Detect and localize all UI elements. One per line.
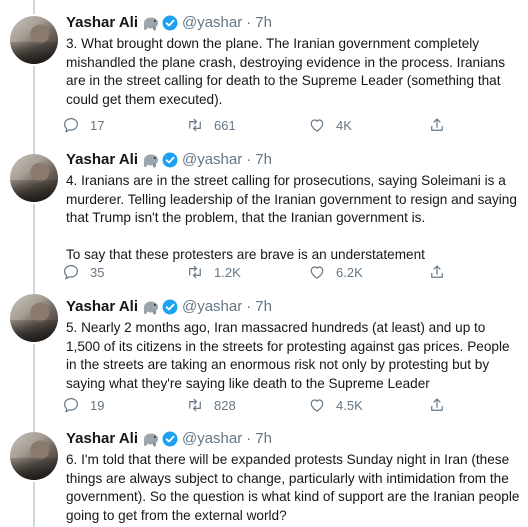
avatar[interactable] bbox=[10, 432, 58, 480]
thread-line bbox=[33, 204, 35, 294]
elephant-emoji-icon bbox=[142, 432, 159, 447]
retweet-button[interactable]: 661 bbox=[186, 115, 236, 135]
retweet-count: 828 bbox=[214, 397, 236, 413]
separator: · bbox=[246, 14, 252, 31]
author-name[interactable]: Yashar Ali bbox=[66, 429, 138, 449]
share-icon bbox=[431, 398, 443, 411]
tweet-actions: 17 661 4K bbox=[62, 115, 462, 135]
heart-icon bbox=[310, 266, 324, 279]
reply-count: 19 bbox=[90, 397, 105, 413]
like-button[interactable]: 4K bbox=[308, 115, 352, 135]
elephant-emoji-icon bbox=[142, 153, 159, 168]
reply-icon bbox=[64, 118, 78, 133]
share-icon bbox=[431, 118, 443, 131]
author-name[interactable]: Yashar Ali bbox=[66, 297, 138, 317]
retweet-button[interactable]: 1.2K bbox=[186, 262, 241, 282]
elephant-emoji-icon bbox=[142, 300, 159, 315]
timestamp[interactable]: 7h bbox=[255, 297, 272, 317]
thread-line bbox=[33, 0, 35, 14]
thread-line bbox=[33, 482, 35, 527]
author-name[interactable]: Yashar Ali bbox=[66, 13, 138, 33]
like-count: 6.2K bbox=[336, 264, 363, 280]
elephant-emoji-icon bbox=[142, 16, 159, 31]
avatar[interactable] bbox=[10, 16, 58, 64]
heart-icon bbox=[310, 119, 324, 132]
tweet-text: 5. Nearly 2 months ago, Iran massacred h… bbox=[66, 319, 522, 393]
tweet-actions: 35 1.2K 6.2K bbox=[62, 262, 462, 282]
like-button[interactable]: 4.5K bbox=[308, 395, 363, 415]
separator: · bbox=[246, 151, 252, 168]
reply-icon bbox=[64, 265, 78, 280]
timestamp[interactable]: 7h bbox=[255, 429, 272, 449]
author-name[interactable]: Yashar Ali bbox=[66, 150, 138, 170]
verified-badge-icon bbox=[162, 152, 178, 168]
like-count: 4.5K bbox=[336, 397, 363, 413]
reply-icon bbox=[64, 398, 78, 413]
retweet-count: 1.2K bbox=[214, 264, 241, 280]
avatar[interactable] bbox=[10, 154, 58, 202]
avatar[interactable] bbox=[10, 294, 58, 342]
heart-icon bbox=[310, 399, 324, 412]
like-count: 4K bbox=[336, 117, 352, 133]
thread-line bbox=[33, 66, 35, 154]
tweet-text: 3. What brought down the plane. The Iran… bbox=[66, 35, 522, 109]
verified-badge-icon bbox=[162, 15, 178, 31]
share-button[interactable] bbox=[428, 262, 446, 282]
reply-button[interactable]: 19 bbox=[62, 395, 104, 415]
retweet-icon bbox=[189, 118, 201, 132]
tweet-paragraph: 3. What brought down the plane. The Iran… bbox=[66, 36, 506, 107]
verified-badge-icon bbox=[162, 299, 178, 315]
separator: · bbox=[246, 298, 252, 315]
retweet-icon bbox=[189, 398, 201, 412]
tweet-actions: 19 828 4.5K bbox=[62, 395, 462, 415]
tweet-paragraph: 4. Iranians are in the street calling fo… bbox=[66, 173, 517, 226]
author-handle[interactable]: @yashar bbox=[182, 297, 242, 317]
verified-badge-icon bbox=[162, 431, 178, 447]
reply-button[interactable]: 35 bbox=[62, 262, 104, 282]
separator: · bbox=[246, 430, 252, 447]
tweet-text: 4. Iranians are in the street calling fo… bbox=[66, 172, 522, 265]
like-button[interactable]: 6.2K bbox=[308, 262, 363, 282]
share-button[interactable] bbox=[428, 115, 446, 135]
share-button[interactable] bbox=[428, 395, 446, 415]
tweet-text: 6. I'm told that there will be expanded … bbox=[66, 451, 522, 525]
author-handle[interactable]: @yashar bbox=[182, 13, 242, 33]
reply-count: 17 bbox=[90, 117, 105, 133]
tweet-paragraph: 6. I'm told that there will be expanded … bbox=[66, 452, 520, 523]
retweet-icon bbox=[189, 265, 201, 279]
tweet-paragraph: 5. Nearly 2 months ago, Iran massacred h… bbox=[66, 320, 510, 391]
reply-button[interactable]: 17 bbox=[62, 115, 104, 135]
author-handle[interactable]: @yashar bbox=[182, 150, 242, 170]
retweet-count: 661 bbox=[214, 117, 236, 133]
share-icon bbox=[431, 265, 443, 278]
retweet-button[interactable]: 828 bbox=[186, 395, 236, 415]
timestamp[interactable]: 7h bbox=[255, 150, 272, 170]
thread-line bbox=[33, 344, 35, 432]
timestamp[interactable]: 7h bbox=[255, 13, 272, 33]
reply-count: 35 bbox=[90, 264, 105, 280]
author-handle[interactable]: @yashar bbox=[182, 429, 242, 449]
